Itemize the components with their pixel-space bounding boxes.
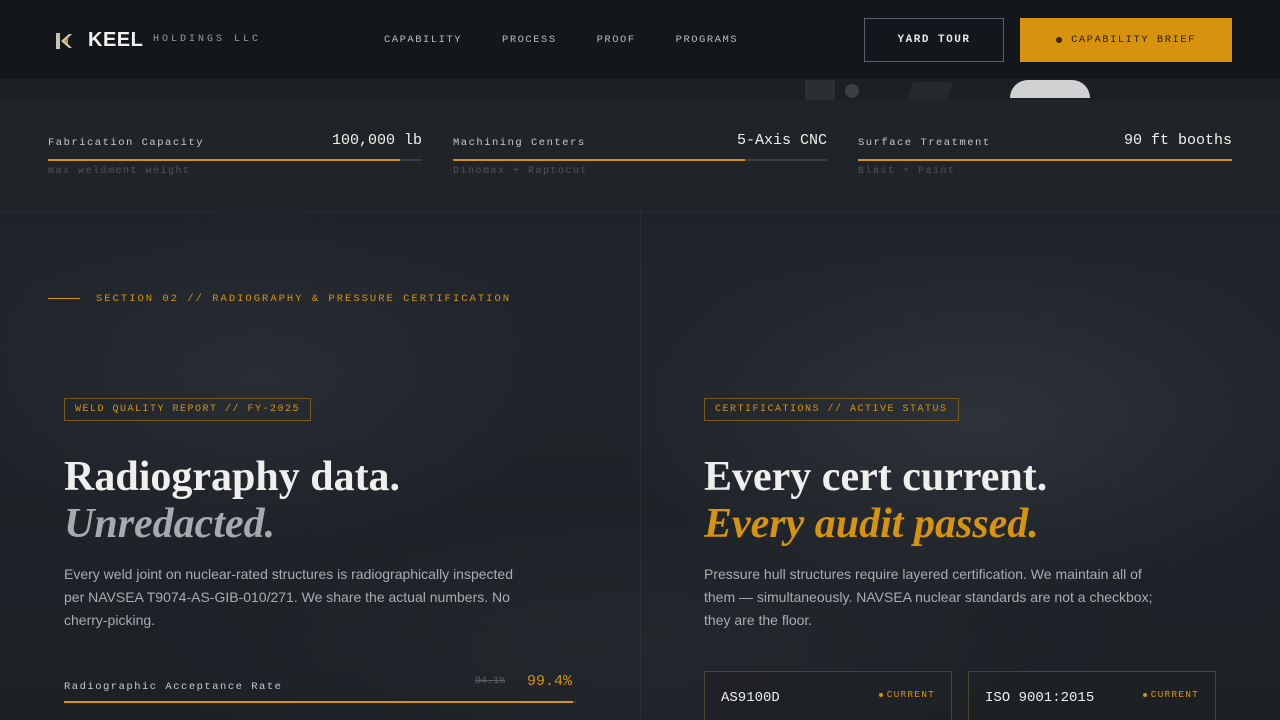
stat-value: 5-Axis CNC <box>736 132 827 149</box>
section-rule <box>48 298 80 299</box>
hero-shape <box>1010 80 1090 98</box>
cert-card-iso9001[interactable]: ISO 9001:2015 CURRENT <box>968 671 1216 720</box>
site-header: KEEL HOLDINGS LLC CAPABILITY PROCESS PRO… <box>0 0 1280 80</box>
yard-tour-label: YARD TOUR <box>897 34 971 46</box>
cert-status-badge: CURRENT <box>878 689 935 700</box>
nav-item-capability[interactable]: CAPABILITY <box>384 34 462 46</box>
capability-brief-label: CAPABILITY BRIEF <box>1071 34 1196 46</box>
stat-value: 100,000 lb <box>331 132 422 149</box>
stat-progress-track <box>858 159 1232 161</box>
weld-report-tag-text: WELD QUALITY REPORT // FY-2025 <box>75 404 301 415</box>
nav-item-process[interactable]: PROCESS <box>502 34 557 46</box>
acceptance-rate-current: 99.4% <box>527 673 573 690</box>
weld-report-tag: WELD QUALITY REPORT // FY-2025 <box>64 398 312 421</box>
stat-progress-fill <box>858 159 1232 161</box>
status-dot-icon <box>878 692 883 697</box>
stat-sublabel: max weldment weight <box>48 166 191 177</box>
weld-title-line2: Unredacted. <box>64 501 276 547</box>
stat-label: Machining Centers <box>453 137 586 149</box>
certs-title-line1: Every cert current. <box>704 454 1048 500</box>
acceptance-rate-fill <box>64 701 573 703</box>
cert-status-badge: CURRENT <box>1142 689 1199 700</box>
cert-status-text: CURRENT <box>1150 689 1199 700</box>
certifications-tag-text: CERTIFICATIONS // ACTIVE STATUS <box>715 404 948 415</box>
status-dot-icon <box>1142 692 1147 697</box>
stat-progress-track <box>453 159 827 161</box>
cert-name: AS9100D <box>721 690 780 706</box>
section-label: SECTION 02 // RADIOGRAPHY & PRESSURE CER… <box>96 293 512 305</box>
weld-title-line1: Radiography data. <box>64 454 401 500</box>
capability-brief-button[interactable]: CAPABILITY BRIEF <box>1020 18 1232 62</box>
cert-status-text: CURRENT <box>886 689 935 700</box>
dot-icon <box>1056 37 1063 43</box>
logo[interactable]: KEEL <box>54 29 143 52</box>
brand-name: KEEL <box>88 29 144 51</box>
acceptance-rate-previous: 94.1% <box>475 676 506 687</box>
stat-sublabel: Dinomax + Raptocut <box>453 166 589 177</box>
acceptance-rate-label: Radiographic Acceptance Rate <box>64 681 283 693</box>
stat-progress-fill <box>453 159 745 161</box>
stat-progress-fill <box>48 159 400 161</box>
stat-label: Fabrication Capacity <box>48 137 205 149</box>
hero-shape <box>906 82 954 100</box>
stat-progress-track <box>48 159 422 161</box>
brand-subtitle: HOLDINGS LLC <box>153 34 262 45</box>
weld-description: Every weld joint on nuclear-rated struct… <box>64 566 513 628</box>
certs-description: Pressure hull structures require layered… <box>704 566 1153 628</box>
hero-shape <box>845 84 859 98</box>
certs-title-line2: Every audit passed. <box>704 501 1039 547</box>
stats-band: Fabrication Capacity 100,000 lb max weld… <box>0 100 1280 212</box>
main-nav: CAPABILITY PROCESS PROOF PROGRAMS <box>384 34 778 46</box>
acceptance-rate-track <box>64 701 576 703</box>
hero-image-remnant <box>0 80 1280 100</box>
certifications-tag: CERTIFICATIONS // ACTIVE STATUS <box>704 398 959 421</box>
hero-shape <box>805 80 835 100</box>
nav-item-programs[interactable]: PROGRAMS <box>676 34 738 46</box>
cert-name: ISO 9001:2015 <box>985 690 1095 706</box>
cert-card-as9100d[interactable]: AS9100D CURRENT <box>704 671 952 720</box>
nav-item-proof[interactable]: PROOF <box>597 34 636 46</box>
stat-value: 90 ft booths <box>1123 132 1232 149</box>
stat-label: Surface Treatment <box>858 137 991 149</box>
keel-mark-icon <box>56 32 72 49</box>
stat-sublabel: Blast + Paint <box>858 166 956 177</box>
yard-tour-button[interactable]: YARD TOUR <box>864 18 1004 62</box>
